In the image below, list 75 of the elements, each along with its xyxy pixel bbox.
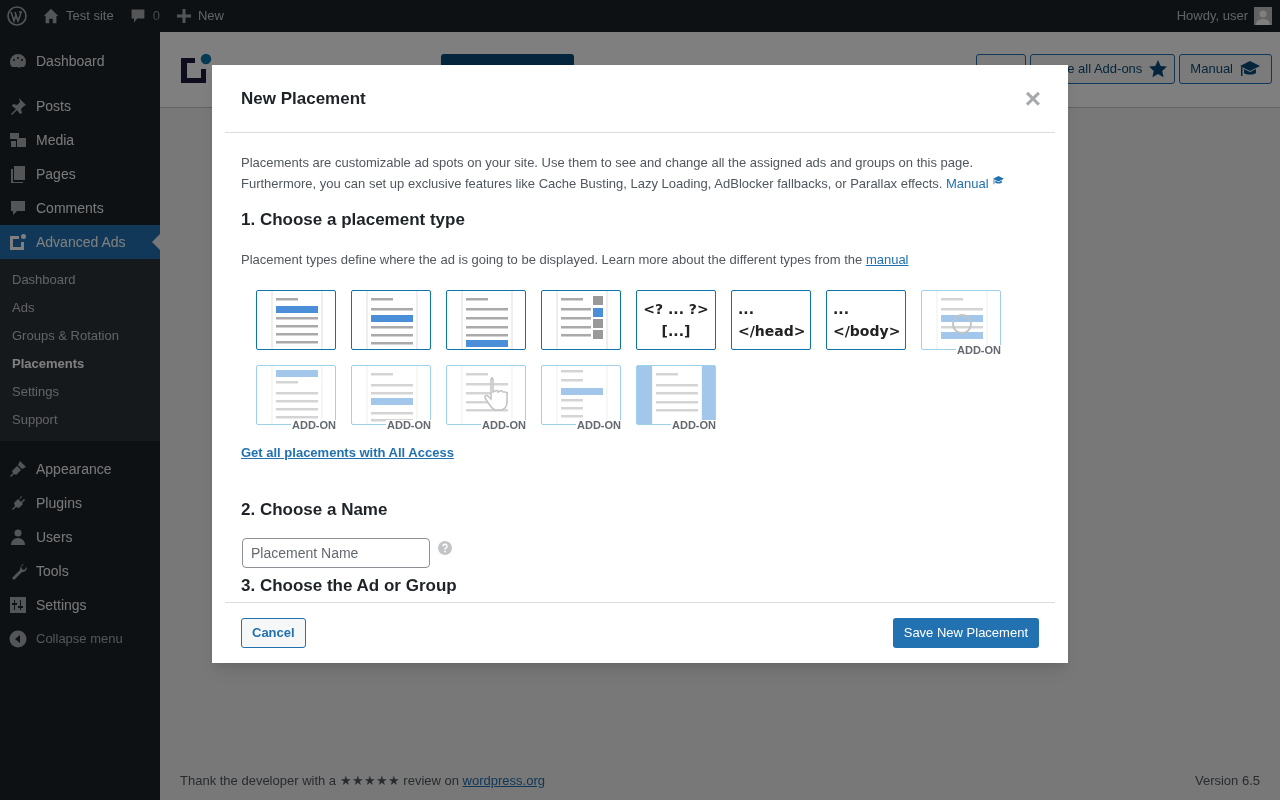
submenu-item[interactable]: Placements — [0, 350, 160, 378]
menu-item[interactable]: Posts — [0, 89, 160, 123]
modal-title: New Placement — [241, 87, 366, 110]
menu-item[interactable]: Media — [0, 123, 160, 157]
ads-logo-icon — [8, 232, 28, 252]
brush-icon — [8, 459, 28, 479]
home-icon — [42, 7, 60, 25]
submenu-item[interactable]: Support — [0, 406, 160, 434]
graduation-cap-icon — [992, 175, 1006, 186]
section-heading: 3. Choose the Ad or Group — [241, 576, 458, 596]
ads-logo-icon — [181, 52, 213, 84]
new-link[interactable]: New — [175, 6, 224, 26]
submenu-item[interactable]: Dashboard — [0, 266, 160, 294]
all-access-link[interactable]: Get all placements with All Access — [241, 443, 454, 463]
wordpress-logo-icon[interactable] — [7, 6, 27, 26]
code-text: </body> — [833, 322, 901, 340]
manual-link[interactable]: manual — [865, 251, 909, 267]
collapse-menu-button[interactable]: Collapse menu — [0, 622, 160, 656]
section-heading: 1. Choose a placement type — [241, 209, 466, 231]
placement-type-option[interactable]: <? ... ?> [...] — [636, 290, 716, 350]
add-on-label: ADD-ON — [291, 420, 337, 431]
intro-text: Placements are customizable ad spots on your site. Use them to see and change all the assigned ads and groups on this page. Furthermore, you can set up exclusive features like Cache Busting, Lazy Loading, AdBlocker fallbacks, or Parallax effects. Manual — [241, 152, 1039, 194]
comment-icon — [129, 7, 146, 25]
add-on-label: ADD-ON — [481, 420, 527, 431]
manual-link[interactable]: Manual — [946, 176, 1006, 191]
placement-type-option[interactable]: ... </body> — [826, 290, 906, 350]
code-text: <? ... ?> — [643, 300, 709, 318]
menu-item[interactable]: Comments — [0, 191, 160, 225]
menu-item[interactable]: Dashboard — [0, 44, 160, 78]
comment-icon — [8, 198, 28, 218]
site-link[interactable]: Test site — [42, 6, 114, 26]
menu-item[interactable]: Tools — [0, 554, 160, 588]
sliders-icon — [8, 595, 28, 615]
star-icon — [1148, 59, 1169, 79]
pages-icon — [8, 164, 28, 184]
menu-item[interactable]: Pages — [0, 157, 160, 191]
code-text: </head> — [738, 322, 806, 340]
placement-name-field[interactable]: Placement Name — [242, 538, 430, 568]
avatar-icon — [1254, 7, 1272, 25]
submenu-item[interactable]: Ads — [0, 294, 160, 322]
placement-type-option[interactable] — [446, 290, 526, 350]
dashboard-icon — [8, 51, 28, 71]
active-pointer-icon — [152, 234, 160, 250]
media-icon — [8, 130, 28, 150]
account-link[interactable]: Howdy, user — [1176, 6, 1272, 26]
add-on-label: ADD-ON — [956, 345, 1002, 356]
placement-types-text: Placement types define where the ad is going to be displayed. Learn more about the different types from the manual — [241, 250, 910, 269]
code-text: [...] — [661, 322, 691, 340]
submenu-item[interactable]: Groups & Rotation — [0, 322, 160, 350]
add-on-label: ADD-ON — [671, 420, 717, 431]
placement-type-option[interactable] — [351, 290, 431, 350]
close-button[interactable]: × — [1024, 84, 1041, 113]
menu-item[interactable]: Plugins — [0, 486, 160, 520]
menu-item[interactable]: Appearance — [0, 452, 160, 486]
menu-item[interactable]: Users — [0, 520, 160, 554]
save-button[interactable]: Save New Placement — [892, 618, 1039, 648]
code-text: ... — [833, 300, 849, 318]
add-on-label: ADD-ON — [386, 420, 432, 431]
code-text: ... — [738, 300, 754, 318]
version-text: Version 6.5 — [1194, 772, 1260, 790]
section-heading: 2. Choose a Name — [241, 498, 389, 521]
submenu-item[interactable]: Settings — [0, 378, 160, 406]
placement-type-option[interactable] — [256, 290, 336, 350]
wordpress-link[interactable]: wordpress.org — [462, 773, 545, 788]
footer-text: Thank the developer with a ★★★★★ review on wordpress.org — [180, 772, 545, 790]
menu-item[interactable]: Advanced Ads — [0, 225, 160, 259]
add-on-label: ADD-ON — [576, 420, 622, 431]
header-button[interactable]: Manual — [1179, 54, 1272, 84]
cancel-button[interactable]: Cancel — [241, 618, 306, 648]
plus-icon — [175, 8, 192, 24]
placement-type-option[interactable]: ... </head> — [731, 290, 811, 350]
menu-item[interactable]: Settings — [0, 588, 160, 622]
placement-type-option[interactable] — [541, 290, 621, 350]
user-icon — [8, 527, 28, 547]
graduation-cap-icon — [1239, 59, 1261, 79]
